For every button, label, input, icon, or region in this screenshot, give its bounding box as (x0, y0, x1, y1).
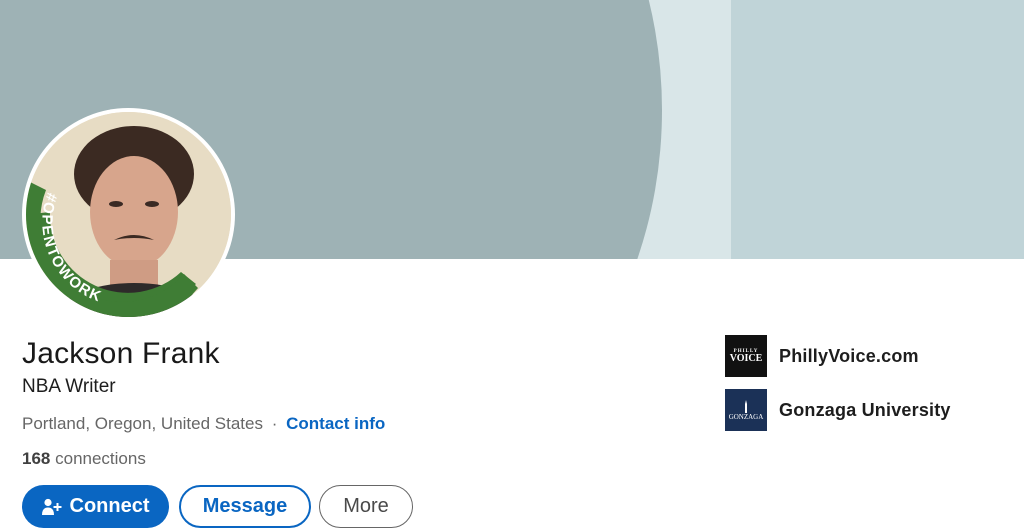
connections-label: connections (55, 449, 146, 468)
more-button[interactable]: More (319, 485, 413, 528)
banner-stripe (731, 0, 1024, 259)
company-name: PhillyVoice.com (779, 345, 919, 366)
location-row: Portland, Oregon, United States · Contac… (22, 414, 385, 434)
add-person-icon (41, 498, 62, 516)
message-label: Message (202, 495, 288, 517)
connections-count: 168 (22, 449, 51, 468)
phillyvoice-logo: PHILLY VOICE (725, 335, 767, 377)
connections-link[interactable]: 168 connections (22, 449, 146, 469)
contact-info-link[interactable]: Contact info (286, 414, 385, 433)
profile-photo[interactable]: #OPENTOWORK (22, 108, 235, 321)
more-label: More (343, 495, 389, 517)
profile-headline: NBA Writer (22, 376, 116, 397)
avatar: #OPENTOWORK (26, 112, 231, 317)
connect-button[interactable]: Connect (22, 485, 169, 528)
connect-label: Connect (69, 495, 150, 517)
experience-company-link[interactable]: PHILLY VOICE PhillyVoice.com (725, 335, 919, 377)
tower-icon (745, 399, 747, 413)
message-button[interactable]: Message (179, 485, 311, 528)
profile-location: Portland, Oregon, United States (22, 414, 263, 433)
gonzaga-logo: GONZAGA (725, 389, 767, 431)
separator-dot: · (271, 414, 278, 433)
avatar-portrait: #OPENTOWORK (26, 112, 231, 317)
school-name: Gonzaga University (779, 399, 951, 420)
education-school-link[interactable]: GONZAGA Gonzaga University (725, 389, 951, 431)
profile-name: Jackson Frank (22, 337, 220, 370)
